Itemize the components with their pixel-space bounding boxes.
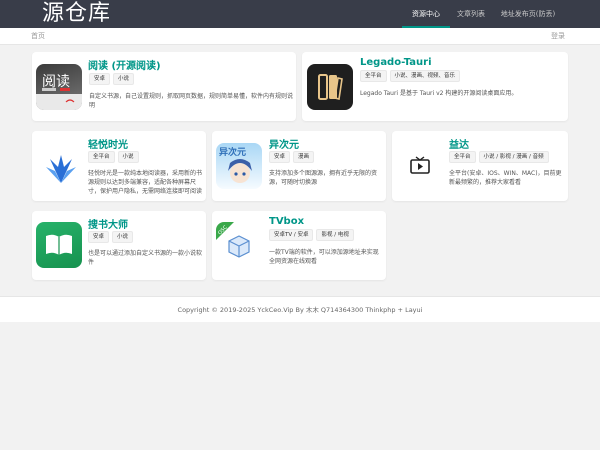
legado-reader-icon: 阅读 [36,64,82,110]
tag-platform: 安卓 [89,73,111,85]
top-navbar: 源仓库 资源中心 文章列表 地址发布页(防丢) [0,0,600,28]
tag-platform: 安卓 [269,151,291,163]
card-description: 一款TV端的软件，可以添加源地址来实现全网资源在线观看 [269,249,379,265]
tv-play-icon [397,143,443,189]
card-description: 自定义书源，自己设置规则，抓取网页数据，规则简单易懂，软件内有规则说明 [89,93,294,109]
card-title[interactable]: TVbox [269,216,304,227]
card-title[interactable]: 益达 [449,136,469,151]
card-description: Legado Tauri 是基于 Tauri v2 构建的开源阅读桌面应用。 [360,90,518,97]
tag-platform: 全平台 [360,70,387,82]
tag-category: 漫画 [293,151,315,163]
resource-card[interactable]: 异次元 异次元 安卓 漫画 支持添加多个图源源，拥有近乎无限的资源，可随时切换源 [212,131,386,201]
resource-card[interactable]: OSC TVbox 安卓TV / 安卓 影视 / 电视 一款TV端的软件，可以添… [212,211,386,280]
resource-card[interactable]: 阅读 阅读 (开源阅读) 安卓 小说 自定义书源，自己设置规则，抓取网页数据，规… [32,52,296,121]
tag-category: 小说、漫画、视频、音乐 [389,70,461,82]
card-description: 支持添加多个图源源，拥有近乎无限的资源，可随时切换源 [269,170,378,186]
tag-category: 影视 / 电视 [316,229,354,241]
tag-category: 小说 [113,73,135,85]
card-description: 轻悦时光是一款纯本地阅读器，采用新的书源规则以达到多端兼容，适配各种屏幕尺寸，保… [88,170,202,195]
card-title[interactable]: 轻悦时光 [88,136,128,151]
login-link[interactable]: 登录 [551,28,565,45]
tag-platform: 全平台 [88,151,115,163]
card-title[interactable]: 搜书大师 [88,216,128,231]
tag-platform: 安卓 [88,231,110,243]
card-description: 全平台(安卓、IOS、WIN、MAC)，目前更新最频繁的，推荐大家看看 [449,170,562,186]
card-title[interactable]: 阅读 (开源阅读) [88,57,161,72]
tag-category: 小说 [117,151,139,163]
open-book-icon [36,222,82,268]
resource-card[interactable]: 搜书大师 安卓 小说 也是可以通过添加自定义书源的一款小说软件 [32,211,206,280]
page-footer: Copyright © 2019-2025 YckCeo.Vip By 木木 Q… [0,296,600,322]
nav-article-list[interactable]: 文章列表 [450,0,492,28]
breadcrumb-bar: 首页 登录 [0,28,600,45]
breadcrumb-home[interactable]: 首页 [31,28,45,45]
card-description: 也是可以通过添加自定义书源的一款小说软件 [88,250,202,266]
tag-platform: 全平台 [449,151,476,163]
tag-category: 小说 [112,231,134,243]
resource-card[interactable]: Legado-Tauri 全平台 小说、漫画、视频、音乐 Legado Taur… [302,52,568,121]
card-title[interactable]: Legado-Tauri [360,57,432,68]
anime-icon-text: 异次元 [219,146,246,158]
nav-address-page[interactable]: 地址发布页(防丢) [496,0,560,28]
box-cube-icon: OSC [216,222,262,268]
book-pages-icon [307,64,353,110]
legado-icon-text: 阅读 [42,73,70,90]
resource-card[interactable]: 益达 全平台 小说 / 影视 / 漫画 / 音频 全平台(安卓、IOS、WIN、… [392,131,568,201]
tag-platform: 安卓TV / 安卓 [269,229,314,241]
wings-logo-icon [38,145,84,191]
nav-resource-center[interactable]: 资源中心 [402,0,450,28]
resource-card[interactable]: 轻悦时光 全平台 小说 轻悦时光是一款纯本地阅读器，采用新的书源规则以达到多端兼… [32,131,206,201]
site-logo[interactable]: 源仓库 [42,0,111,28]
card-title[interactable]: 异次元 [269,136,299,151]
anime-girl-icon: 异次元 [216,143,262,189]
tag-category: 小说 / 影视 / 漫画 / 音频 [478,151,549,163]
